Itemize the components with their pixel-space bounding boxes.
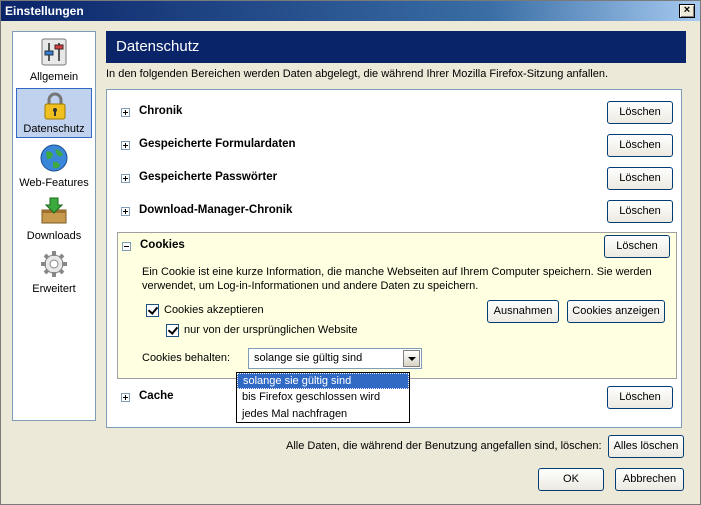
section-title: Cache — [139, 390, 174, 402]
delete-passwoerter-button[interactable]: Löschen — [607, 167, 673, 190]
sidebar-item-label: Allgemein — [29, 71, 79, 83]
sidebar-item-web-features[interactable]: Web-Features — [16, 141, 92, 191]
exceptions-button[interactable]: Ausnahmen — [487, 300, 559, 323]
section-download-chronik: Download-Manager-Chronik Löschen — [117, 199, 677, 224]
padlock-icon — [44, 92, 66, 120]
close-icon: × — [683, 4, 691, 16]
gear-icon — [41, 251, 67, 277]
window-title: Einstellungen — [5, 4, 84, 18]
dropdown-option[interactable]: solange sie gültig sind — [237, 373, 409, 389]
expand-icon[interactable] — [121, 174, 130, 183]
delete-chronik-button[interactable]: Löschen — [607, 101, 673, 124]
origin-only-checkbox[interactable] — [166, 324, 179, 337]
section-title: Download-Manager-Chronik — [139, 204, 293, 216]
clear-all-label: Alle Daten, die während der Benutzung an… — [286, 440, 602, 452]
show-cookies-button[interactable]: Cookies anzeigen — [567, 300, 665, 323]
title-bar: Einstellungen × — [1, 1, 700, 21]
cookies-header: Cookies Löschen — [118, 234, 676, 259]
section-chronik: Chronik Löschen — [117, 100, 677, 125]
section-cookies: Cookies Löschen Ein Cookie ist eine kurz… — [117, 232, 677, 379]
keep-cookies-label: Cookies behalten: — [142, 352, 231, 364]
collapse-icon[interactable] — [122, 242, 131, 251]
page-title: Datenschutz — [106, 31, 686, 63]
preferences-window: Einstellungen × Allgemein Datenschutz We… — [0, 0, 701, 505]
ok-button[interactable]: OK — [538, 468, 604, 491]
section-passwoerter: Gespeicherte Passwörter Löschen — [117, 166, 677, 191]
section-formulardaten: Gespeicherte Formulardaten Löschen — [117, 133, 677, 158]
keep-cookies-dropdown: solange sie gültig sind bis Firefox gesc… — [236, 372, 410, 423]
delete-download-chronik-button[interactable]: Löschen — [607, 200, 673, 223]
delete-formulardaten-button[interactable]: Löschen — [607, 134, 673, 157]
sidebar-item-datenschutz[interactable]: Datenschutz — [16, 88, 92, 138]
clear-all-button[interactable]: Alles löschen — [608, 435, 684, 458]
keep-cookies-select[interactable]: solange sie gültig sind — [248, 348, 422, 369]
expand-icon[interactable] — [121, 108, 130, 117]
sidebar-item-erweitert[interactable]: Erweitert — [16, 247, 92, 297]
download-box-icon — [41, 197, 67, 224]
dropdown-option[interactable]: bis Firefox geschlossen wird — [237, 390, 409, 406]
switches-icon — [41, 38, 67, 66]
close-button[interactable]: × — [679, 4, 695, 18]
expand-icon[interactable] — [121, 141, 130, 150]
section-title: Gespeicherte Passwörter — [139, 171, 278, 183]
section-title: Cookies — [140, 239, 185, 251]
keep-cookies-value: solange sie gültig sind — [254, 352, 363, 364]
section-title: Gespeicherte Formulardaten — [139, 138, 296, 150]
sidebar-item-label: Erweitert — [32, 283, 76, 295]
intro-text: In den folgenden Bereichen werden Daten … — [106, 68, 609, 80]
dropdown-option[interactable]: jedes Mal nachfragen — [237, 407, 409, 423]
section-title: Chronik — [139, 105, 183, 117]
sidebar-item-allgemein[interactable]: Allgemein — [16, 35, 92, 85]
sidebar-item-label: Datenschutz — [23, 123, 85, 135]
expand-icon[interactable] — [121, 207, 130, 216]
delete-cache-button[interactable]: Löschen — [607, 386, 673, 409]
sidebar-item-label: Downloads — [26, 230, 82, 242]
accept-cookies-label: Cookies akzeptieren — [164, 304, 264, 316]
origin-only-label: nur von der ursprünglichen Website — [184, 324, 358, 336]
globe-icon — [40, 144, 68, 172]
sidebar-item-downloads[interactable]: Downloads — [16, 194, 92, 244]
sidebar-item-label: Web-Features — [19, 177, 89, 189]
delete-cookies-button[interactable]: Löschen — [604, 235, 670, 258]
cancel-button[interactable]: Abbrechen — [615, 468, 684, 491]
cookies-description: Ein Cookie ist eine kurze Information, d… — [142, 266, 652, 292]
expand-icon[interactable] — [121, 393, 130, 402]
category-list: Allgemein Datenschutz Web-Features Downl… — [12, 31, 96, 421]
accept-cookies-checkbox[interactable] — [146, 304, 159, 317]
chevron-down-icon[interactable] — [403, 350, 420, 367]
